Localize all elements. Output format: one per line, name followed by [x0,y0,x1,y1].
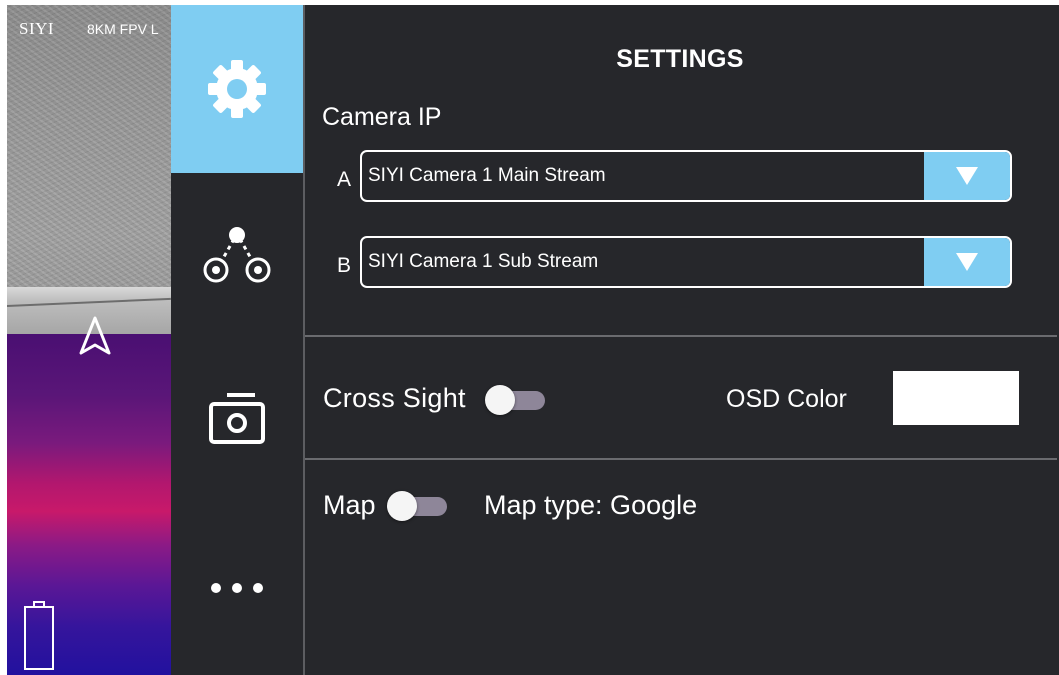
stream-b-value: SIYI Camera 1 Sub Stream [368,251,599,272]
triangle-down-icon [956,167,978,185]
stream-b-letter: B [337,254,352,277]
settings-panel: SETTINGS Camera IP A SIYI Camera 1 Main … [305,5,1059,675]
triangle-down-icon [956,253,978,271]
camera-icon [209,393,265,444]
brand-logo: SIYI [19,19,55,38]
navigation-arrow-icon [79,316,111,355]
cross-sight-toggle-knob [485,385,515,415]
camera-preview: SIYI 8KM FPV L [7,5,171,675]
preview-visible-feed [7,5,171,334]
stream-b-select[interactable]: SIYI Camera 1 Sub Stream [360,236,1012,288]
section-divider [305,335,1057,337]
battery-icon [24,601,54,670]
stream-a-letter: A [337,168,352,191]
osd-color-label: OSD Color [726,385,847,413]
sidebar-item-settings[interactable] [171,5,303,173]
map-toggle[interactable] [387,491,449,521]
brand-subtitle: 8KM FPV L [87,21,159,37]
stream-a-value: SIYI Camera 1 Main Stream [368,165,606,186]
cross-sight-label: Cross Sight [323,383,466,413]
stream-a-dropdown-button[interactable] [924,152,1010,200]
more-dots-icon [211,583,263,593]
sidebar [171,5,303,675]
cross-sight-toggle[interactable] [485,385,547,415]
stream-a-select[interactable]: SIYI Camera 1 Main Stream [360,150,1012,202]
link-nodes-icon [203,227,271,283]
osd-color-swatch[interactable] [893,371,1019,425]
map-toggle-knob [387,491,417,521]
sidebar-item-link[interactable] [171,173,303,337]
page-title: SETTINGS [616,45,744,73]
section-divider [305,458,1057,460]
sidebar-item-camera[interactable] [171,337,303,501]
gear-icon [208,60,266,118]
camera-ip-label: Camera IP [322,103,442,131]
stream-b-dropdown-button[interactable] [924,238,1010,286]
map-label: Map [323,490,376,520]
sidebar-item-more[interactable] [171,501,303,675]
map-type-label[interactable]: Map type: Google [484,490,697,521]
